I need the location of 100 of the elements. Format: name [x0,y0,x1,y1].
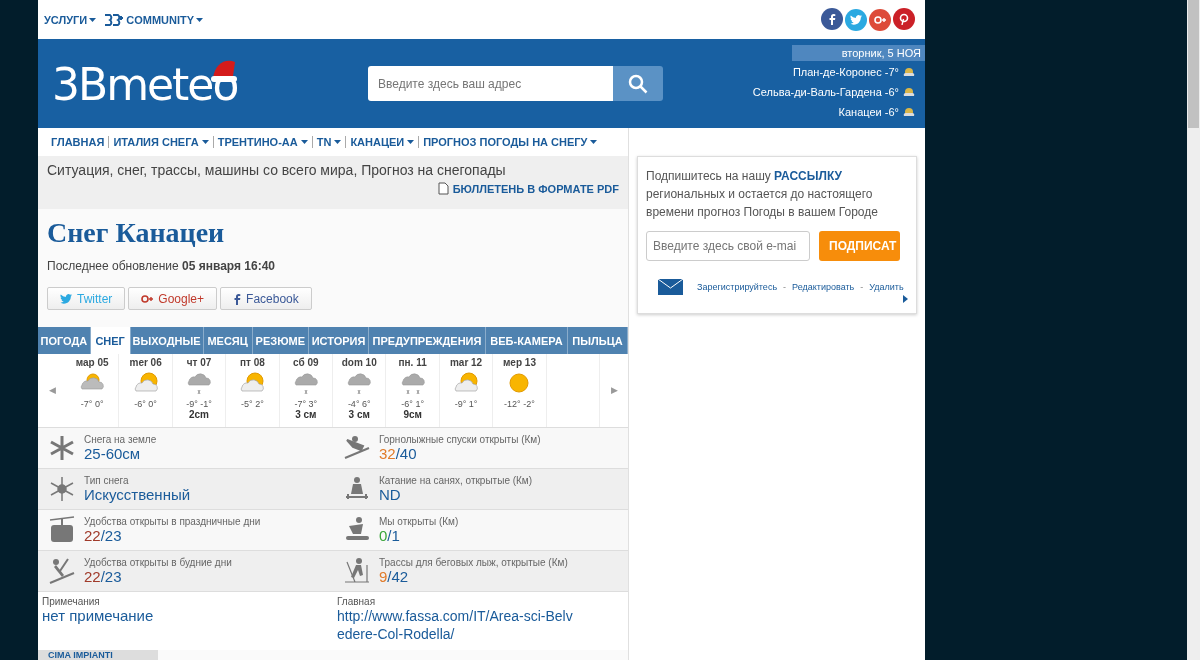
stat-label: Трассы для беговых лыж, открытые (Км) [379,557,568,569]
social-button[interactable] [869,9,891,31]
nav-link[interactable]: TN [311,136,346,149]
stat-value: 9/42 [379,568,410,586]
share-button[interactable]: Facebook [220,287,312,311]
page-title: Снег Канацеи [47,217,226,250]
temperature-text: -12° -2° [504,398,535,409]
stat-value: Искусственный [84,486,191,504]
temperature-text: -7° 0° [80,398,104,409]
sun-cloud-icon [903,87,915,97]
arrow-icon [903,295,908,305]
day-label: пт 08 [240,356,265,368]
stat-value: 22/23 [84,527,123,545]
ski-jumper-icon [48,557,76,586]
menu-link[interactable]: УСЛУГИ [44,13,97,26]
nav-link[interactable]: КАНАЦЕИ [345,136,419,149]
section-tab[interactable]: CIMA IMPIANTI [38,650,158,660]
city-weather-link[interactable]: Сельва-ди-Валь-Гардена -6° [752,83,925,101]
newsletter-link[interactable]: Удалить [869,282,904,292]
city-weather-link[interactable]: План-де-Коронес -7° [792,63,925,81]
share-button[interactable]: Google+ [128,287,218,311]
tab[interactable]: ИСТОРИЯ [309,327,370,354]
google-plus-icon [874,15,886,25]
day-label: dom 10 [341,356,377,368]
sun-cloud-icon [903,107,915,117]
menu-link[interactable]: COMMUNITY [104,13,204,26]
search-button[interactable] [613,66,663,101]
stat-label: Катание на санях, открытые (Км) [379,475,533,487]
bird-icon [850,15,862,25]
snowfall-text: 3 см [295,408,317,420]
temperature-text: -7° 3° [294,398,318,409]
community-logo-icon [104,13,125,26]
notes-value: нет примечание [42,607,155,625]
logo[interactable]: 3Bmeteo [52,57,368,110]
newsletter-link[interactable]: Редактировать [792,282,855,292]
temperature-text: -9° 1° [454,398,478,409]
snowflake-icon [48,434,76,463]
social-button[interactable] [821,8,843,30]
stat-value: 22/23 [84,568,123,586]
separator-text: - [860,282,864,292]
temperature-text: -6° 1° [401,398,424,409]
stat-label: Удобства открыты в будние дни [84,557,232,569]
notes-label: Примечания [42,596,101,608]
day-label: чт 07 [186,356,212,368]
stat-value: 0/1 [379,527,401,545]
bird-icon [60,293,72,304]
snowflake-icon [48,475,76,504]
day-label: сб 09 [293,356,319,368]
pin-icon [899,13,909,25]
tab[interactable]: ПОГОДА [38,327,91,354]
stat-value: 32/40 [379,445,418,463]
google-plus-icon [141,293,154,304]
stat-label: Горнолыжные спуски открыты (Км) [379,434,541,446]
subtitle: Ситуация, снег, трассы, машины со всего мира, Прогноз на снегопады [47,162,507,179]
social-button[interactable] [893,8,915,30]
nav-link[interactable]: ПРОГНОЗ ПОГОДЫ НА СНЕГУ [418,136,602,149]
home-label: Главная [337,596,377,608]
snowfall-text: 9см [403,408,422,420]
update-text: Последнее обновление 05 января 16:40 [47,259,276,274]
caret-icon [196,17,204,22]
snowfall-text: 2cm [189,408,209,420]
email-field[interactable]: Введите здесь свой e-mai [646,231,810,261]
snowfall-text: 3 см [348,408,370,420]
day-label: mer 06 [129,356,162,368]
pdf-icon [437,182,449,196]
tab[interactable]: СНЕГ [90,327,131,354]
temperature-text: -6° 0° [134,398,157,409]
newsletter-text: Подпишитесь на нашу РАССЫЛКУ региональных и остается до настоящего времени прогноз Погоды в вашем Городе [646,168,879,221]
temperature-text: -9° -1° [186,398,212,409]
day-label: мер 13 [502,356,536,368]
stat-label: Удобства открыты в праздничные дни [84,516,261,528]
stat-label: Снега на земле [84,434,157,446]
stat-label: Мы открыты (Км) [379,516,459,528]
mail-icon [658,279,683,295]
pdf-link[interactable]: БЮЛЛЕТЕНЬ В ФОРМАТЕ PDF [437,182,619,196]
date-label: вторник, 5 НОЯ [791,45,925,61]
cable-car-icon [48,516,76,545]
scrollbar[interactable] [1187,0,1200,660]
search-field[interactable]: Введите здесь ваш адрес [368,66,613,101]
stat-value: ND [379,486,402,504]
search-icon [628,73,648,94]
facebook-icon [233,292,242,305]
caret-icon [89,17,97,22]
cross-country-skier-icon [343,557,371,586]
sun-cloud-icon [903,67,915,77]
tab[interactable]: ВЫХОДНЫЕ [130,327,204,354]
day-label: мар 05 [75,356,109,368]
city-weather-link[interactable]: Канацеи -6° [838,103,925,121]
stat-value: 25-60см [84,445,142,463]
day-label: пн. 11 [398,356,427,368]
day-label: mar 12 [449,356,483,368]
scrollbar-thumb[interactable] [1188,0,1199,128]
nav-link[interactable]: ГЛАВНАЯ [47,136,109,149]
stat-label: Тип снега [84,475,130,487]
newsletter-link[interactable]: Зарегистрируйтесь [697,282,778,292]
nav-link[interactable]: ТРЕНТИНО-АА [212,136,312,149]
website-link[interactable]: http://www.fassa.com/IT/Area-sci-Belvedere-Col-Rodella/ [337,607,577,644]
temperature-text: -5° 2° [241,398,264,409]
nav-link[interactable]: ИТАЛИЯ СНЕГА [108,136,213,149]
facebook-icon [828,13,836,25]
